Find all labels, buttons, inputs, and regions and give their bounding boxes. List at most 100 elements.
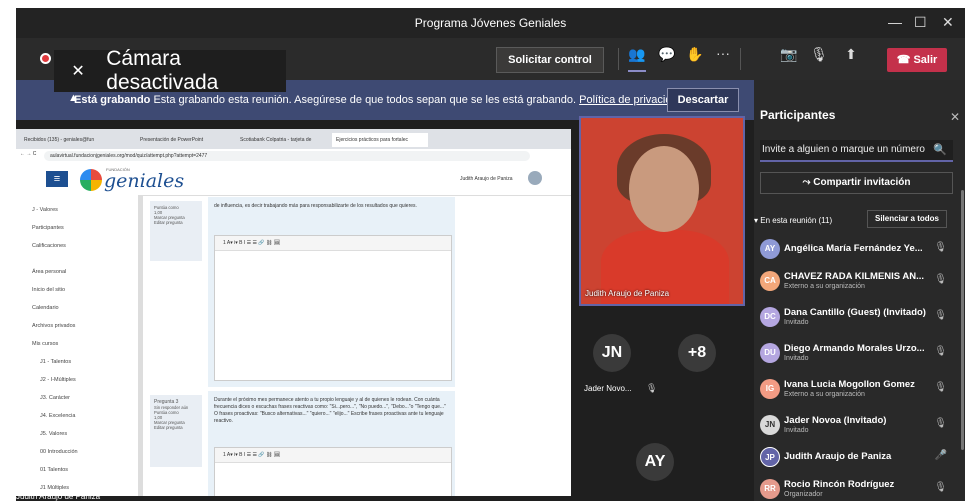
avatar: JP [760,447,780,467]
sidebar-item[interactable]: J4. Excelencia [40,413,75,419]
participant-row[interactable]: RR Rocio Rincón Rodríguez Organizador 🎙 [760,476,955,501]
nav-arrows-icon[interactable]: ← → C [20,151,36,157]
answer-editor[interactable]: 1 A▾ i▾ B I ☰ ☰ 🔗 ⛓ 🖼 [214,235,452,381]
close-window-button[interactable]: ✕ [942,14,954,31]
camera-off-text: Cámara desactivada [106,47,219,94]
participant-name: Angélica María Fernández Ye... [784,243,923,254]
answer-editor[interactable]: 1 A▾ i▾ B I ☰ ☰ 🔗 ⛓ 🖼 [214,447,452,496]
participant-name: Diego Armando Morales Urzo... [784,343,925,354]
camera-off-notice: ✕ Cámara desactivada [54,47,286,94]
mic-on-icon: 🎤 [934,450,947,461]
browser-tab[interactable]: Recibidos (135) - geniales@fun [20,133,136,147]
sidebar-item[interactable]: J1 Múltiples [40,485,69,491]
browser-tab[interactable]: Scotiabank Colpatria - tarjeta de [236,133,332,147]
participant-role: Externo a su organización [784,391,865,398]
sidebar-item[interactable]: Archivos privados [32,323,75,329]
toolbar-divider [618,48,619,70]
invite-input[interactable]: Invite a alguien o marque un número 🔍 [760,140,953,162]
title-bar: Programa Jóvenes Geniales — ☐ ✕ [16,8,965,38]
participant-role: Invitado [784,355,809,362]
mic-off-icon: 🎙 [934,346,947,357]
speaker-video[interactable]: Judith Araujo de Paniza [579,116,745,306]
maximize-button[interactable]: ☐ [914,14,927,31]
share-icon: ⤳ [802,177,811,188]
participant-row[interactable]: JP Judith Araujo de Paniza 🎤 [760,444,955,474]
participant-role: Externo a su organización [784,283,865,290]
request-control-button[interactable]: Solicitar control [496,47,604,73]
participant-row[interactable]: DU Diego Armando Morales Urzo... Invitad… [760,340,955,370]
minimize-button[interactable]: — [888,14,902,30]
participant-tile-avatar[interactable]: AY [636,443,674,481]
edit-question-link[interactable]: Editar pregunta [154,220,198,225]
share-invite-label: Compartir invitación [813,177,911,188]
hamburger-menu-icon[interactable]: ≡ [46,171,68,187]
edit-question-link[interactable]: Editar pregunta [154,425,198,430]
sidebar-item[interactable]: J3. Carácter [40,395,70,401]
sidebar-item[interactable]: 01 Talentos [40,467,68,473]
recording-indicator-icon [40,53,51,64]
sidebar-item[interactable]: Participantes [32,225,64,231]
browser-tab-bar: Recibidos (135) - geniales@fun Presentac… [16,129,571,149]
sidebar-item[interactable]: Inicio del sitio [32,287,65,293]
in-meeting-section[interactable]: ▾ En esta reunión (11) [754,216,832,225]
dismiss-button[interactable]: Descartar [667,88,739,112]
participant-row[interactable]: AY Angélica María Fernández Ye... 🎙 [760,236,955,266]
search-icon[interactable]: 🔍 [933,140,947,160]
lms-header: ≡ FUNDACIÓN geniales Judith Araujo de Pa… [16,163,571,196]
participants-icon[interactable]: 👥 [626,46,648,63]
sidebar-item[interactable]: Calificaciones [32,243,66,249]
participant-tile-avatar[interactable]: JN [593,334,631,372]
sidebar-item[interactable]: J1 - Talentos [40,359,71,365]
participant-name: Judith Araujo de Paniza [784,451,892,462]
genial-logo-icon [80,169,102,191]
participant-row[interactable]: DC Dana Cantillo (Guest) (Invitado) Invi… [760,304,955,334]
avatar: IG [760,379,780,399]
panel-scrollbar[interactable] [961,190,964,450]
question-text: Durante el próximo mes permanece atento … [214,397,446,424]
sidebar-item[interactable]: J - Valores [32,207,58,213]
sidebar-item[interactable]: Calendario [32,305,59,311]
mic-off-icon: 🎙 [934,242,947,253]
share-tray-icon[interactable]: ⬆ [840,46,862,63]
share-invite-button[interactable]: ⤳ Compartir invitación [760,172,953,194]
mute-all-button[interactable]: Silenciar a todos [867,210,947,228]
sidebar-item[interactable]: 00 Introducción [40,449,78,455]
editor-toolbar[interactable]: 1 A▾ i▾ B I ☰ ☰ 🔗 ⛓ 🖼 [215,236,451,251]
browser-tab-active[interactable]: Ejercicios prácticos para fortalec [332,133,428,147]
reactions-icon[interactable]: ✋ [684,46,706,63]
participant-row[interactable]: CA CHAVEZ RADA KILMENIS AN... Externo a … [760,268,955,298]
avatar: DC [760,307,780,327]
browser-tab[interactable]: Presentación de PowerPoint [136,133,236,147]
mic-off-icon[interactable]: 🎙 [808,46,830,63]
question-text: de influencia, es decir trabajando más p… [214,203,417,209]
speaker-face [629,146,699,232]
more-actions-button[interactable]: ··· [712,45,734,61]
camera-off-notice-icon: ✕ [71,63,85,80]
participant-tile-name: Jader Novo... [584,384,632,393]
logo-text: geniales [104,170,185,192]
camera-off-icon[interactable]: 📷 [778,46,800,63]
chat-icon[interactable]: 💬 [656,46,678,63]
participant-role: Organizador [784,491,823,498]
sidebar-item[interactable]: J2 - I-Múltiples [40,377,76,383]
participant-row[interactable]: JN Jader Novoa (Invitado) Invitado 🎙 [760,412,955,442]
question-panel: Durante el próximo mes permanece atento … [208,391,455,496]
more-participants-tile[interactable]: +8 [678,334,716,372]
sidebar-item[interactable]: Área personal [32,269,66,275]
user-avatar[interactable] [528,171,542,185]
window-title: Programa Jóvenes Geniales [414,16,567,30]
sidebar-scrollbar[interactable] [139,195,143,496]
sidebar-item[interactable]: J5. Valores [40,431,67,437]
participant-name: Jader Novoa (Invitado) [784,415,887,426]
participant-row[interactable]: IG Ivana Lucia Mogollon Gomez Externo a … [760,376,955,406]
close-panel-icon[interactable]: ✕ [950,110,960,124]
participant-name: Ivana Lucia Mogollon Gomez [784,379,915,390]
recording-banner-message: Esta grabando esta reunión. Asegúrese de… [153,94,577,106]
sidebar-item[interactable]: Mis cursos [32,341,58,347]
leave-button[interactable]: ☎ Salir [887,48,947,72]
editor-toolbar[interactable]: 1 A▾ i▾ B I ☰ ☰ 🔗 ⛓ 🖼 [215,448,451,463]
url-field[interactable]: aulavirtual.fundacionjgeniales.org/mod/q… [44,151,530,161]
presenter-label: Judith Araujo de Paniza [16,492,101,501]
recording-banner-bold: Está grabando [74,94,151,106]
header-username[interactable]: Judith Araujo de Paniza [460,176,513,182]
